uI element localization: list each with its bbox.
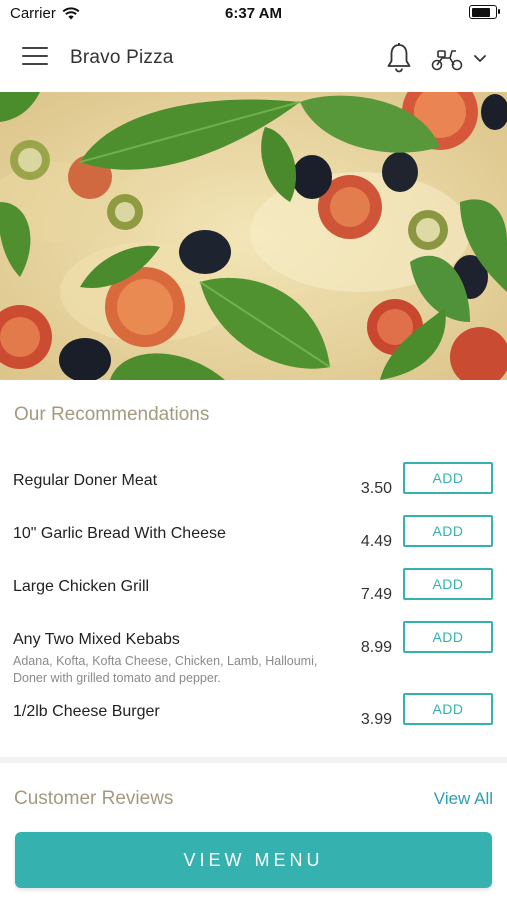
recommendations-title: Our Recommendations (14, 404, 210, 425)
bell-icon[interactable] (384, 42, 414, 74)
add-button[interactable]: ADD (403, 693, 493, 725)
item-name: Regular Doner Meat (13, 472, 158, 489)
clock: 6:37 AM (225, 5, 282, 22)
add-button[interactable]: ADD (403, 515, 493, 547)
view-menu-button[interactable]: VIEW MENU (15, 832, 492, 888)
page-title: Bravo Pizza (70, 47, 174, 68)
item-price: 3.50 (360, 480, 392, 497)
add-button[interactable]: ADD (403, 621, 493, 653)
chevron-down-icon[interactable] (470, 48, 490, 68)
scooter-icon[interactable] (430, 46, 464, 72)
menu-icon[interactable] (22, 47, 48, 69)
item-price: 8.99 (360, 639, 392, 656)
hero-image (0, 92, 507, 380)
add-button[interactable]: ADD (403, 462, 493, 494)
battery-fill (471, 7, 490, 17)
item-price: 4.49 (360, 533, 392, 550)
add-button[interactable]: ADD (403, 568, 493, 600)
app-header: Bravo Pizza (0, 26, 507, 93)
battery-icon (469, 5, 500, 19)
pizza-illustration (0, 92, 507, 380)
reviews-title: Customer Reviews (14, 788, 174, 809)
item-name: Any Two Mixed Kebabs (13, 631, 180, 648)
view-all-link[interactable]: View All (434, 789, 493, 809)
item-name: Large Chicken Grill (13, 578, 150, 595)
item-name: 1/2lb Cheese Burger (13, 703, 160, 720)
status-bar: Carrier 6:37 AM (0, 0, 507, 26)
item-price: 7.49 (360, 586, 392, 603)
item-name: 10" Garlic Bread With Cheese (13, 525, 226, 542)
section-divider (0, 757, 507, 763)
item-description: Adana, Kofta, Kofta Cheese, Chicken, Lam… (13, 654, 318, 685)
item-price: 3.99 (360, 711, 392, 728)
